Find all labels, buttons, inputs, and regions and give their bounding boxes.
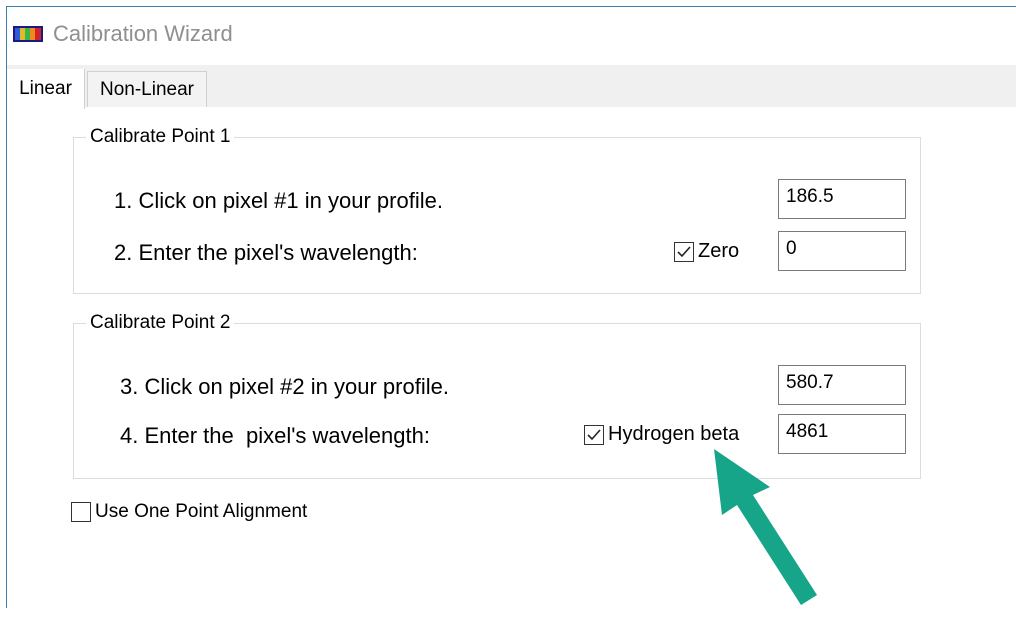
one-point-alignment-checkbox[interactable]: Use One Point Alignment [71,501,307,523]
annotation-arrow [714,449,817,605]
step-1-label: 1. Click on pixel #1 in your profile. [114,188,443,213]
pixel-1-input[interactable]: 186.5 [778,179,906,219]
tab-linear[interactable]: Linear [7,69,85,109]
title-bar[interactable]: Calibration Wizard [7,7,1016,63]
check-icon [677,245,691,257]
wavelength-1-input[interactable]: 0 [778,231,906,271]
linear-tab-panel: Calibrate Point 1 1. Click on pixel #1 i… [7,107,1016,609]
window-title: Calibration Wizard [53,21,233,46]
tab-non-linear[interactable]: Non-Linear [87,71,207,107]
calibrate-point-1-group: Calibrate Point 1 1. Click on pixel #1 i… [73,126,921,294]
tab-linear-label: Linear [19,78,72,99]
hydrogen-beta-checkbox-box[interactable] [584,424,604,445]
tab-non-linear-label: Non-Linear [100,78,194,100]
step-3-label: 3. Click on pixel #2 in your profile. [120,374,449,399]
hydrogen-beta-checkbox-label: Hydrogen beta [608,423,740,445]
calibrate-point-1-legend: Calibrate Point 1 [86,126,235,148]
hydrogen-beta-checkbox[interactable]: Hydrogen beta [584,423,739,446]
zero-checkbox[interactable]: Zero [674,240,739,263]
one-point-alignment-checkbox-box[interactable] [71,502,91,522]
tab-strip: Linear Non-Linear [7,65,1016,109]
calibration-wizard-window: Calibration Wizard Linear Non-Linear Cal… [6,6,1016,609]
step-2-label: 2. Enter the pixel's wavelength: [114,240,418,265]
step-4-label: 4. Enter the pixel's wavelength: [120,423,430,448]
pixel-2-input[interactable]: 580.7 [778,365,906,405]
check-icon [587,428,601,440]
annotation-arrow-shape [714,449,817,605]
one-point-alignment-label: Use One Point Alignment [95,501,308,522]
zero-checkbox-label: Zero [698,240,740,262]
spectrum-icon [13,26,43,42]
zero-checkbox-box[interactable] [674,241,694,262]
calibrate-point-2-legend: Calibrate Point 2 [86,312,235,334]
